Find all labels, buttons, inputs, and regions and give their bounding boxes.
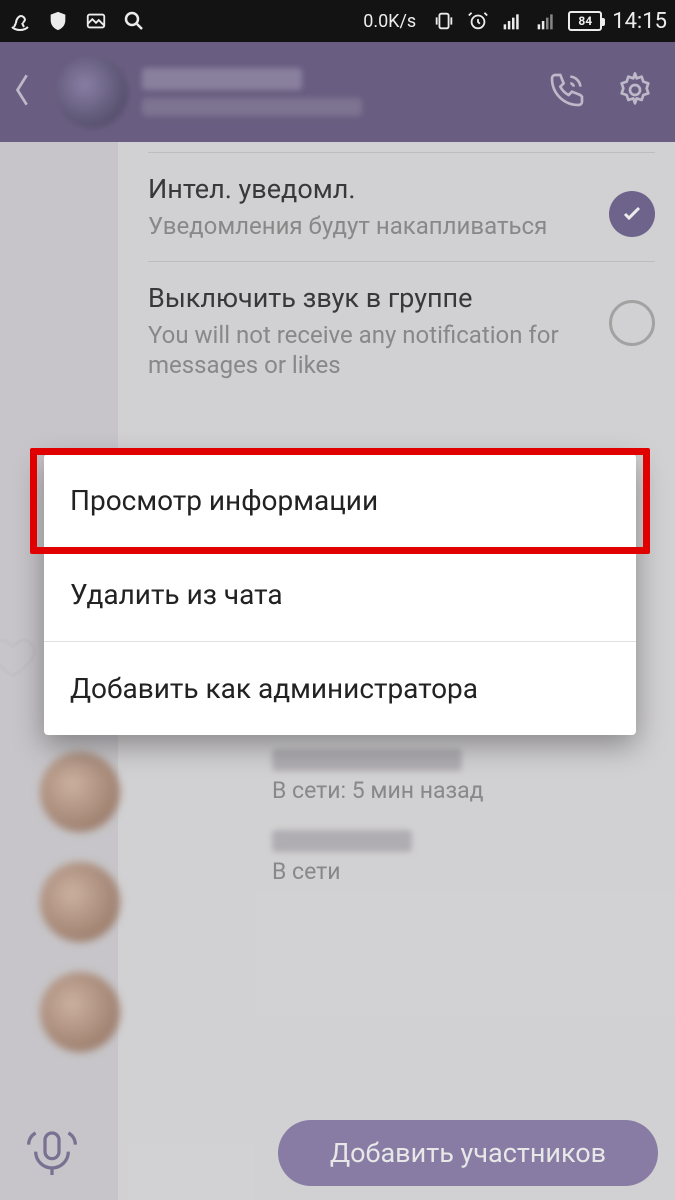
menu-remove-from-chat[interactable]: Удалить из чата (44, 547, 636, 641)
context-menu: Просмотр информации Удалить из чата Доба… (44, 454, 636, 735)
menu-view-info[interactable]: Просмотр информации (44, 454, 636, 547)
screen: 0.0K/s 84 14:15 (0, 0, 675, 1200)
menu-add-as-admin[interactable]: Добавить как администратора (44, 641, 636, 735)
